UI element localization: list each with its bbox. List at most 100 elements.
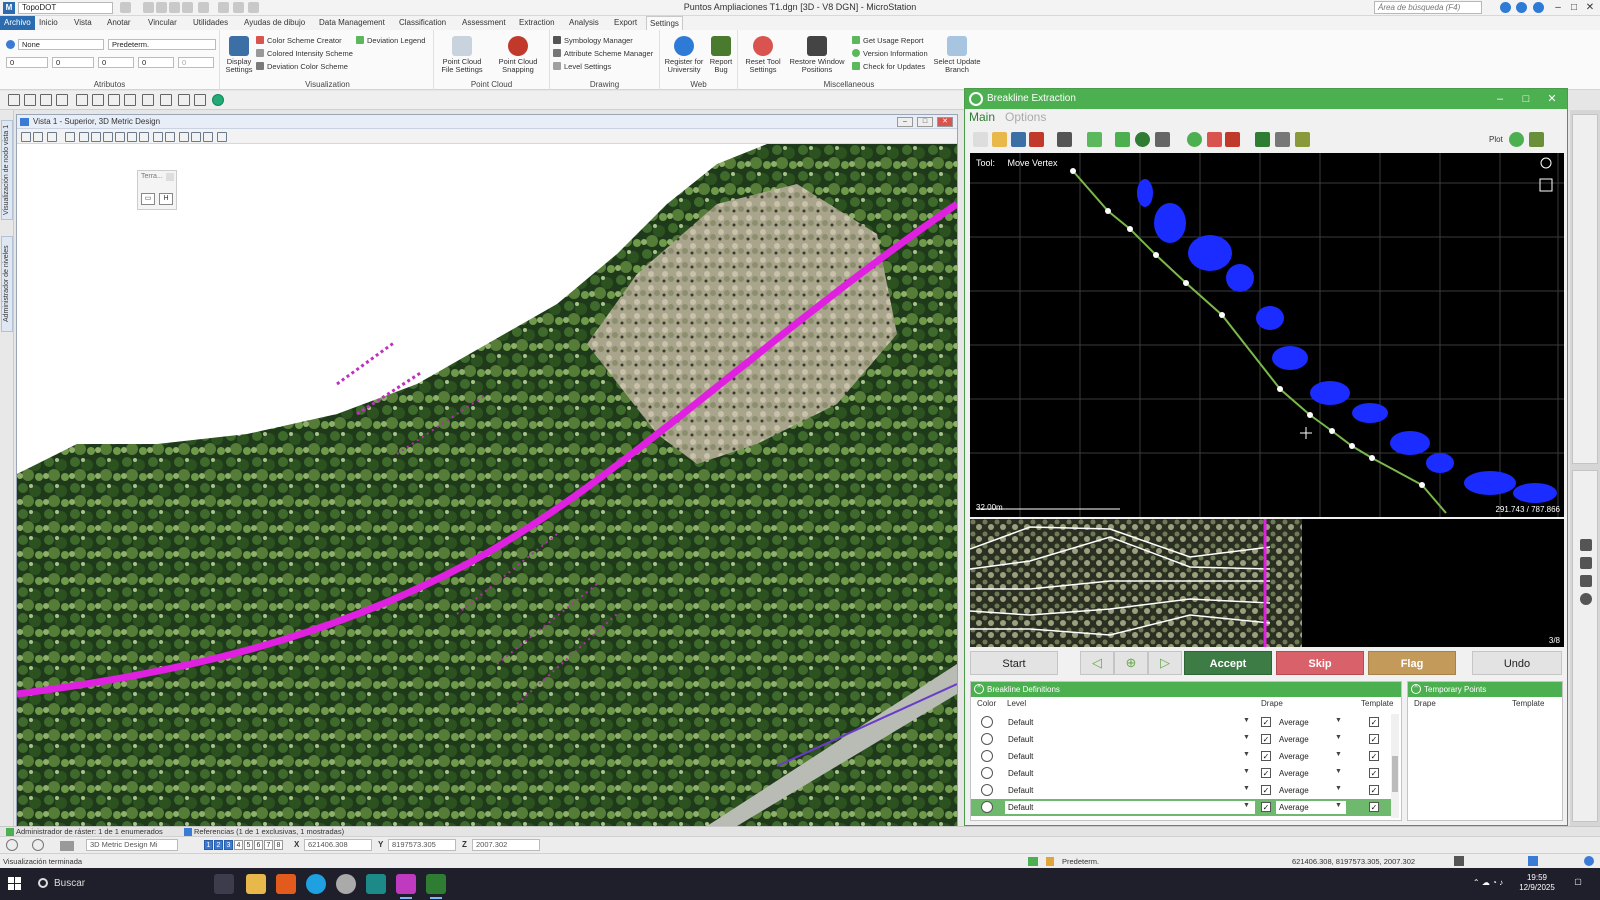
properties-icon[interactable] bbox=[194, 94, 206, 106]
zoom-in-icon[interactable] bbox=[79, 132, 89, 142]
style-select[interactable]: Predeterm. bbox=[108, 39, 216, 50]
open-folder-icon[interactable] bbox=[992, 132, 1007, 147]
move-icon[interactable] bbox=[1115, 132, 1130, 147]
mini-tool-2[interactable]: H bbox=[159, 193, 173, 205]
line-style-select[interactable]: 0 bbox=[52, 57, 94, 68]
view-toggle-1[interactable]: 1 bbox=[204, 840, 213, 850]
table-row-selected[interactable]: Default ▼ ✓ Average ▼ ✓ bbox=[971, 799, 1391, 816]
chevron-down-icon[interactable]: ▼ bbox=[1335, 768, 1342, 775]
mini-panel-close-button[interactable] bbox=[166, 173, 174, 181]
color-scheme-creator-button[interactable]: Color Scheme Creator bbox=[256, 35, 342, 46]
view-toggle-3[interactable]: 3 bbox=[224, 840, 233, 850]
save-status-icon[interactable] bbox=[1454, 856, 1464, 866]
profile-icon[interactable] bbox=[1087, 132, 1102, 147]
edge-icon[interactable] bbox=[306, 874, 326, 894]
clip-mask-icon[interactable] bbox=[191, 132, 201, 142]
drape-checkbox[interactable]: ✓ bbox=[1261, 734, 1271, 744]
notification-center-icon[interactable]: ▢ bbox=[1568, 877, 1588, 887]
report-bug-button[interactable]: Report Bug bbox=[706, 36, 736, 74]
user-icon[interactable] bbox=[1533, 2, 1544, 13]
close-button[interactable]: ✕ bbox=[1582, 0, 1598, 16]
settings-gear-icon[interactable] bbox=[1540, 157, 1552, 169]
template-checkbox[interactable]: ✓ bbox=[1369, 734, 1379, 744]
plot-color-icon[interactable] bbox=[1509, 132, 1524, 147]
chevron-down-icon[interactable]: ▼ bbox=[1335, 785, 1342, 792]
template-checkbox[interactable]: ✓ bbox=[1369, 717, 1379, 727]
level-dropdown[interactable]: Default bbox=[1005, 784, 1255, 797]
active-level[interactable]: Predeterm. bbox=[1062, 857, 1099, 866]
circle-icon[interactable] bbox=[108, 94, 120, 106]
maximize-button[interactable]: □ bbox=[1566, 0, 1582, 16]
view-next-icon[interactable] bbox=[165, 132, 175, 142]
taskbar-search[interactable]: Buscar bbox=[30, 873, 200, 895]
view-toggle-6[interactable]: 6 bbox=[254, 840, 263, 850]
tab-anotar[interactable]: Anotar bbox=[104, 16, 134, 30]
folder-icon[interactable] bbox=[60, 841, 74, 851]
temporary-points-header[interactable]: ^ Temporary Points bbox=[1408, 682, 1562, 697]
weight-select[interactable]: 0 bbox=[98, 57, 134, 68]
measure-icon[interactable] bbox=[56, 94, 68, 106]
collapse-icon[interactable]: ^ bbox=[974, 684, 984, 694]
color-radio[interactable] bbox=[981, 801, 993, 813]
color-select[interactable]: 0 bbox=[6, 57, 48, 68]
view-minimize-button[interactable]: – bbox=[897, 117, 913, 127]
back-icon[interactable] bbox=[6, 839, 18, 851]
forward-icon[interactable] bbox=[32, 839, 44, 851]
table-row[interactable]: Default ▼ ✓ Average ▼ ✓ bbox=[971, 765, 1391, 782]
drape-checkbox[interactable]: ✓ bbox=[1261, 717, 1271, 727]
save-icon[interactable] bbox=[1011, 132, 1026, 147]
accudraw-icon[interactable] bbox=[24, 94, 36, 106]
curve-icon[interactable] bbox=[142, 94, 154, 106]
add-vertex-icon[interactable] bbox=[1135, 132, 1150, 147]
deviation-color-scheme-button[interactable]: Deviation Color Scheme bbox=[256, 61, 348, 72]
accept-button[interactable]: Accept bbox=[1184, 651, 1272, 675]
table-row[interactable]: Default ▼ ✓ Average ▼ ✓ bbox=[971, 731, 1391, 748]
tab-utilidades[interactable]: Utilidades bbox=[190, 16, 231, 30]
template-checkbox[interactable]: ✓ bbox=[1369, 751, 1379, 761]
attribute-scheme-manager-button[interactable]: Attribute Scheme Manager bbox=[553, 48, 653, 59]
view-attributes-icon[interactable] bbox=[21, 132, 31, 142]
start-button[interactable]: Start bbox=[970, 651, 1058, 675]
level-dropdown[interactable]: Default bbox=[1005, 801, 1255, 814]
point-cloud-file-settings-button[interactable]: Point Cloud File Settings bbox=[436, 36, 488, 74]
shape-icon[interactable] bbox=[92, 94, 104, 106]
restore-window-positions-button[interactable]: Restore Window Positions bbox=[786, 36, 848, 74]
center-target-icon[interactable]: ⊕ bbox=[1114, 651, 1148, 675]
drape-checkbox[interactable]: ✓ bbox=[1261, 751, 1271, 761]
profile-view[interactable]: Tool: Move Vertex 32.00m 291.743 / 787.8… bbox=[970, 153, 1564, 517]
deviation-legend-button[interactable]: Deviation Legend bbox=[356, 35, 425, 46]
tab-ayudas-de-dibujo[interactable]: Ayudas de dibujo bbox=[241, 16, 308, 30]
camera-icon[interactable] bbox=[203, 132, 213, 142]
table-row[interactable]: Default ▼ ✓ Average ▼ ✓ bbox=[971, 748, 1391, 765]
warning-icon[interactable] bbox=[1255, 132, 1270, 147]
arc-icon[interactable] bbox=[124, 94, 136, 106]
tab-extraction[interactable]: Extraction bbox=[516, 16, 558, 30]
symbology-manager-button[interactable]: Symbology Manager bbox=[553, 35, 633, 46]
file-explorer-icon[interactable] bbox=[246, 874, 266, 894]
element-selection-icon[interactable] bbox=[8, 94, 20, 106]
select-update-branch-button[interactable]: Select Update Branch bbox=[930, 36, 984, 74]
globe-tool-icon[interactable] bbox=[212, 94, 224, 106]
table-row[interactable]: Default ▼ ✓ Average ▼ ✓ bbox=[971, 714, 1391, 731]
tab-options[interactable]: Options bbox=[1005, 110, 1046, 124]
view-settings-icon[interactable] bbox=[47, 132, 57, 142]
pick-icon[interactable] bbox=[1029, 132, 1044, 147]
version-information-button[interactable]: Version Information bbox=[852, 48, 928, 59]
chevron-down-icon[interactable]: ▼ bbox=[1243, 751, 1250, 758]
task-view-icon[interactable] bbox=[214, 874, 234, 894]
table-row[interactable]: Default ▼ ✓ Average ▼ ✓ bbox=[971, 782, 1391, 799]
pan-view-icon[interactable] bbox=[139, 132, 149, 142]
get-usage-report-button[interactable]: Get Usage Report bbox=[852, 35, 923, 46]
level-display-icon[interactable] bbox=[178, 94, 190, 106]
breakline-maximize-button[interactable]: □ bbox=[1515, 89, 1537, 109]
line-icon[interactable] bbox=[76, 94, 88, 106]
x-coordinate-field[interactable]: 621406.308 bbox=[304, 839, 372, 851]
microstation-icon[interactable] bbox=[426, 874, 446, 899]
fence-icon[interactable] bbox=[160, 94, 172, 106]
level-select[interactable]: None bbox=[18, 39, 104, 50]
skip-button[interactable]: Skip bbox=[1276, 651, 1364, 675]
chevron-down-icon[interactable]: ▼ bbox=[1335, 717, 1342, 724]
colored-intensity-scheme-button[interactable]: Colored Intensity Scheme bbox=[256, 48, 353, 59]
color-radio[interactable] bbox=[981, 767, 993, 779]
tab-archivo[interactable]: Archivo bbox=[0, 16, 35, 30]
